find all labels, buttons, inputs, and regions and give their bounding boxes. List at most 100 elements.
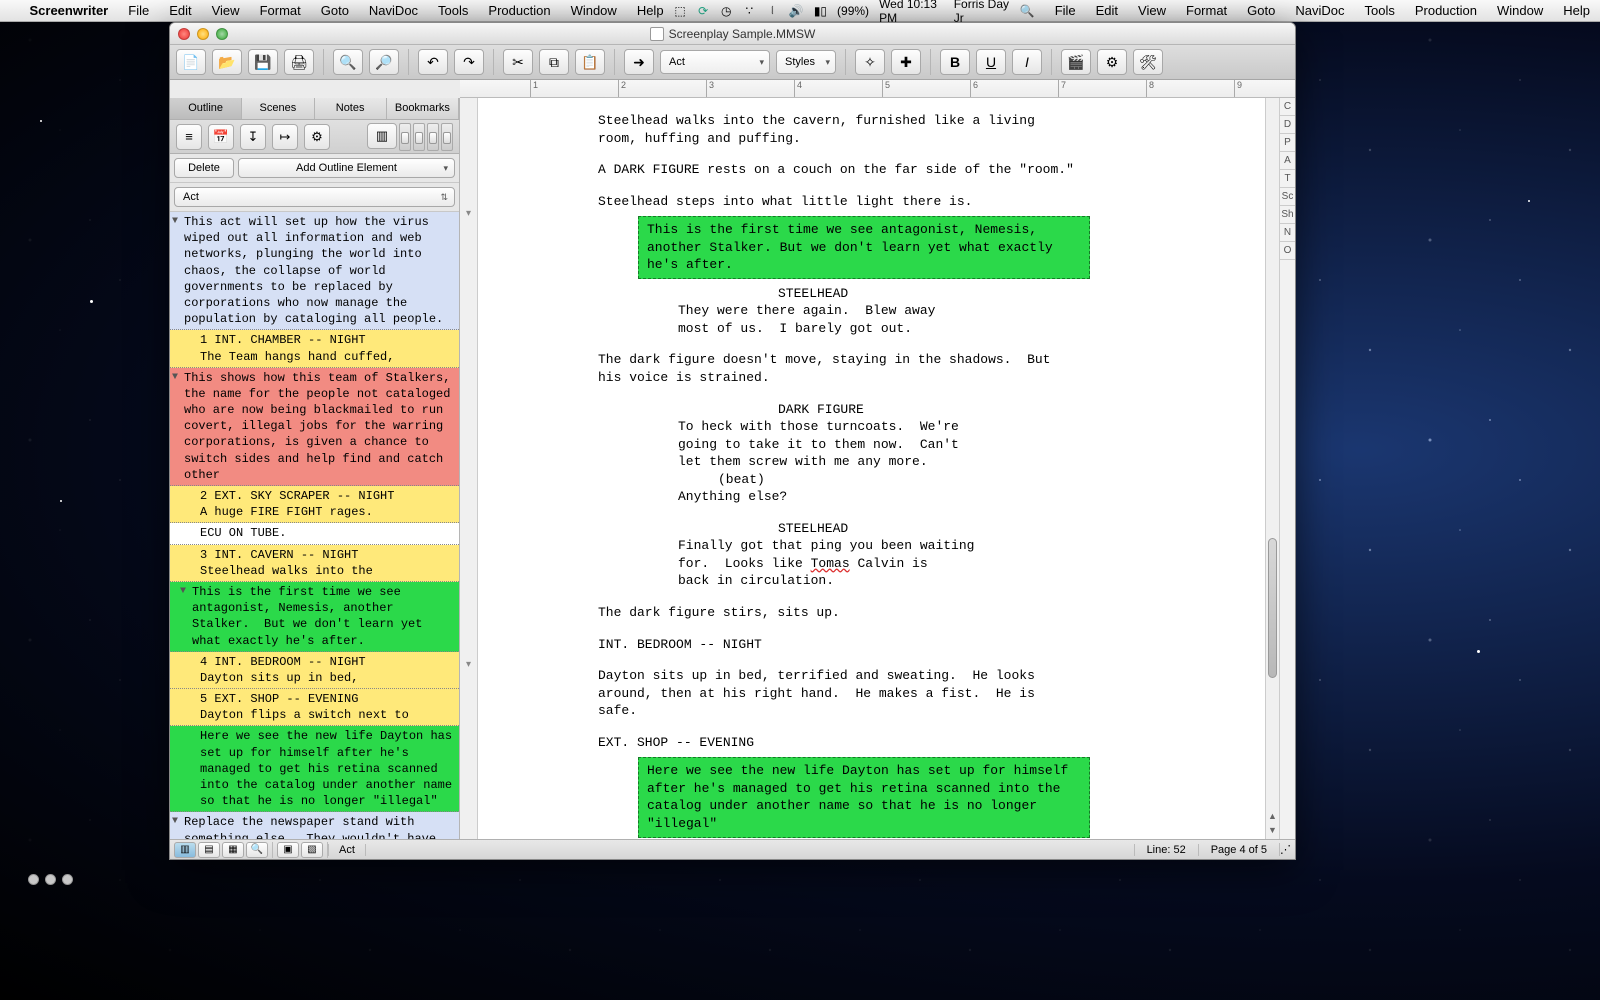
new-button[interactable]: 📄 (176, 49, 206, 75)
tab-notes[interactable]: Notes (315, 98, 387, 119)
outline-item[interactable]: ▼Replace the newspaper stand with someth… (170, 812, 459, 839)
scroll-up-icon[interactable]: ▲ (1266, 811, 1279, 825)
undo-button[interactable]: ↶ (418, 49, 448, 75)
tab-bookmarks[interactable]: Bookmarks (387, 98, 459, 119)
view-mode-1[interactable]: ▥ (174, 842, 196, 858)
quickkey-a[interactable]: A (1280, 154, 1295, 170)
script-page[interactable]: Steelhead walks into the cavern, furnish… (478, 98, 1279, 839)
dialogue-text[interactable]: Anything else? (678, 488, 1162, 506)
document-proxy-icon[interactable] (650, 27, 664, 41)
outline-slider-2[interactable] (413, 123, 425, 151)
parenthetical-text[interactable]: (beat) (718, 471, 1202, 489)
action-text[interactable]: The dark figure doesn't move, staying in… (598, 351, 1082, 386)
quickkey-t[interactable]: T (1280, 172, 1295, 188)
wifi-icon[interactable]: ⧙ (766, 3, 779, 18)
disclosure-triangle-icon[interactable]: ▼ (172, 371, 178, 385)
script-note[interactable]: Here we see the new life Dayton has set … (638, 757, 1090, 837)
tools-button[interactable]: 🛠 (1133, 49, 1163, 75)
tool-b-button[interactable]: ✚ (891, 49, 921, 75)
menuextra-icon[interactable]: ⬚ (674, 4, 687, 18)
paste-button[interactable]: 📋 (575, 49, 605, 75)
view-mode-5[interactable]: ▧ (301, 842, 323, 858)
action-text[interactable]: Dayton sits up in bed, terrified and swe… (598, 667, 1082, 720)
open-button[interactable]: 📂 (212, 49, 242, 75)
menu-format[interactable]: Format (1176, 3, 1237, 18)
volume-icon[interactable]: 🔊 (789, 4, 804, 18)
italic-button[interactable]: I (1012, 49, 1042, 75)
quickkey-o[interactable]: O (1280, 244, 1295, 260)
outline-item[interactable]: ▼This shows how this team of Stalkers, t… (170, 368, 459, 486)
copy-button[interactable]: ⧉ (539, 49, 569, 75)
view-mode-3[interactable]: ▦ (222, 842, 244, 858)
cut-button[interactable]: ✂ (503, 49, 533, 75)
timemachine-icon[interactable]: ◷ (720, 4, 733, 18)
menu-production[interactable]: Production (1405, 3, 1487, 18)
production-button[interactable]: 🎬 (1061, 49, 1091, 75)
menu-window[interactable]: Window (1487, 3, 1553, 18)
outline-level-selector[interactable]: Act (174, 187, 455, 207)
dialogue-text[interactable]: Finally got that ping you been waiting f… (678, 537, 1162, 590)
menu-help[interactable]: Help (1553, 3, 1600, 18)
outline-item[interactable]: Here we see the new life Dayton has set … (170, 726, 459, 812)
vertical-scrollbar[interactable]: ▲ ▼ (1265, 98, 1279, 839)
zoom-in-button[interactable]: 🔍 (333, 49, 363, 75)
tool-a-button[interactable]: ✧ (855, 49, 885, 75)
menu-tools[interactable]: Tools (428, 3, 478, 18)
menu-edit[interactable]: Edit (1086, 3, 1128, 18)
quickkey-sh[interactable]: Sh (1280, 208, 1295, 224)
outline-item[interactable]: 4 INT. BEDROOM -- NIGHT Dayton sits up i… (170, 652, 459, 689)
scene-heading[interactable]: INT. BEDROOM -- NIGHT (598, 636, 1082, 654)
outline-slider-4[interactable] (441, 123, 453, 151)
menu-help[interactable]: Help (627, 3, 674, 18)
element-selector[interactable]: Act (660, 50, 770, 74)
collapse-marker-icon[interactable]: ▾ (466, 659, 471, 670)
app-name[interactable]: Screenwriter (19, 3, 118, 18)
zoom-window-button[interactable] (216, 28, 228, 40)
outline-slider-1[interactable] (399, 123, 411, 151)
character-cue[interactable]: STEELHEAD (778, 285, 1249, 303)
action-text[interactable]: Steelhead steps into what little light t… (598, 193, 1082, 211)
settings-button[interactable]: ⚙ (1097, 49, 1127, 75)
quickkey-n[interactable]: N (1280, 226, 1295, 242)
menu-navidoc[interactable]: NaviDoc (359, 3, 428, 18)
sync-icon[interactable]: ⟳ (697, 4, 710, 18)
menu-goto[interactable]: Goto (1237, 3, 1285, 18)
close-window-button[interactable] (178, 28, 190, 40)
character-cue[interactable]: DARK FIGURE (778, 401, 1249, 419)
action-text[interactable]: The dark figure stirs, sits up. (598, 604, 1082, 622)
outline-view-toggle[interactable]: ▥ (367, 123, 397, 149)
dialogue-text[interactable]: They were there again. Blew away most of… (678, 302, 1162, 337)
outline-tool-3[interactable]: ↧ (240, 124, 266, 150)
goto-button[interactable]: ➜ (624, 49, 654, 75)
menubar-clock[interactable]: Wed 10:13 PM (879, 0, 944, 25)
menu-file[interactable]: File (1045, 3, 1086, 18)
menu-tools[interactable]: Tools (1354, 3, 1404, 18)
horizontal-ruler[interactable]: 123456789 (460, 80, 1295, 98)
menubar-user[interactable]: Forris Day Jr (954, 0, 1010, 25)
battery-icon[interactable]: ▮▯ (814, 4, 827, 18)
scene-heading[interactable]: EXT. SHOP -- EVENING (598, 734, 1082, 752)
spelling-error[interactable]: Tomas (811, 556, 850, 571)
quickkey-sc[interactable]: Sc (1280, 190, 1295, 206)
outline-item[interactable]: 1 INT. CHAMBER -- NIGHT The Team hangs h… (170, 330, 459, 367)
minimize-window-button[interactable] (197, 28, 209, 40)
tab-outline[interactable]: Outline (170, 98, 242, 119)
outline-item[interactable]: 2 EXT. SKY SCRAPER -- NIGHT A huge FIRE … (170, 486, 459, 523)
add-outline-element-button[interactable]: Add Outline Element (238, 158, 455, 178)
redo-button[interactable]: ↷ (454, 49, 484, 75)
outline-slider-3[interactable] (427, 123, 439, 151)
dialogue-text[interactable]: To heck with those turncoats. We're goin… (678, 418, 1162, 471)
save-button[interactable]: 💾 (248, 49, 278, 75)
menu-edit[interactable]: Edit (159, 3, 201, 18)
menu-view[interactable]: View (1128, 3, 1176, 18)
quickkey-d[interactable]: D (1280, 118, 1295, 134)
outline-item[interactable]: ▼This act will set up how the virus wipe… (170, 212, 459, 330)
outline-tool-2[interactable]: 📅 (208, 124, 234, 150)
action-text[interactable]: A DARK FIGURE rests on a couch on the fa… (598, 161, 1082, 179)
window-titlebar[interactable]: Screenplay Sample.MMSW (170, 23, 1295, 45)
bold-button[interactable]: B (940, 49, 970, 75)
print-button[interactable]: 🖨 (284, 49, 314, 75)
delete-button[interactable]: Delete (174, 158, 234, 178)
resize-grip-icon[interactable]: ⋰ (1279, 843, 1295, 856)
menu-navidoc[interactable]: NaviDoc (1285, 3, 1354, 18)
